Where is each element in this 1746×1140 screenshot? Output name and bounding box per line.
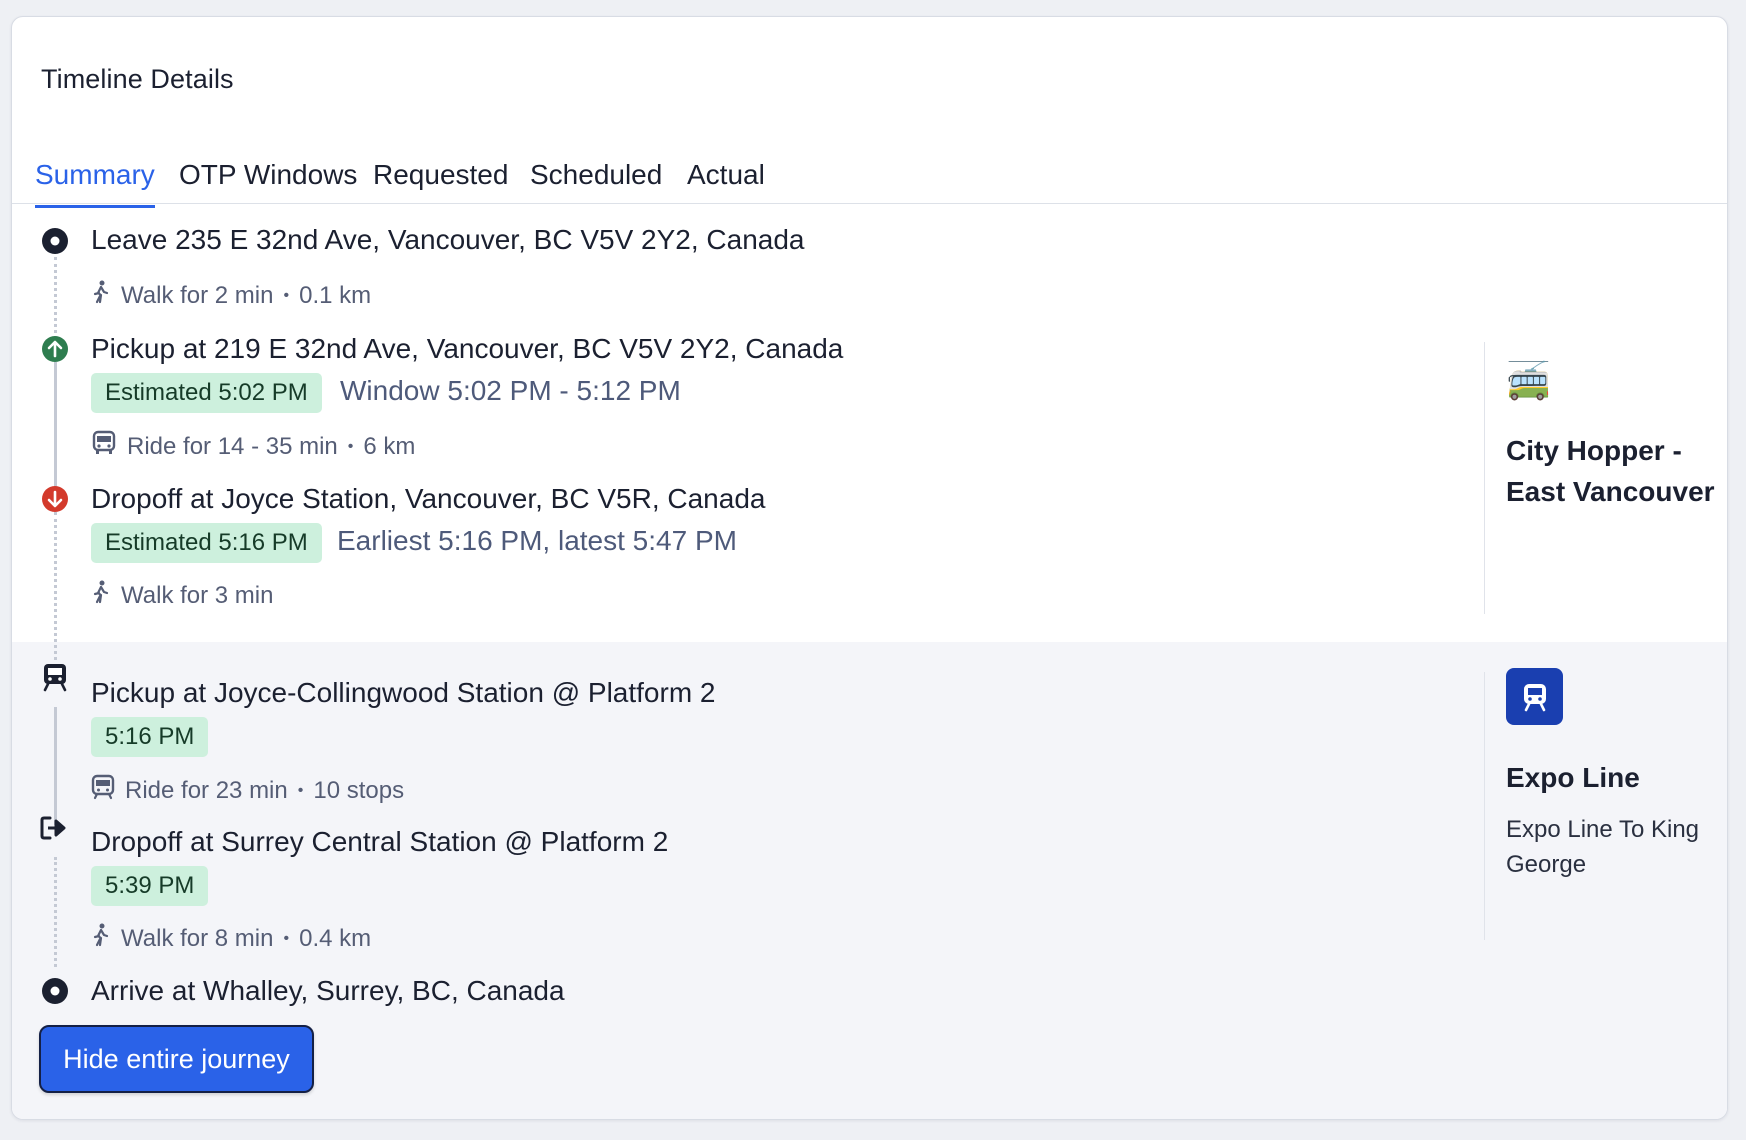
- walk-duration: Walk for 3 min: [121, 581, 274, 609]
- estimated-time-badge: Estimated 5:02 PM: [91, 373, 322, 413]
- dropoff-location: Dropoff at Surrey Central Station @ Plat…: [91, 826, 669, 857]
- train-icon: [1506, 668, 1563, 725]
- walk-icon: [91, 580, 111, 611]
- train-icon: [91, 774, 115, 807]
- separator-dot: •: [297, 781, 304, 799]
- ride-segment: Ride for 14 - 35 min • 6 km: [91, 430, 415, 463]
- bus-icon: [91, 430, 117, 463]
- ride-stops: 10 stops: [313, 776, 405, 804]
- ride-connector: [54, 362, 57, 492]
- origin-dot-icon: [40, 226, 70, 256]
- walk-segment: Walk for 2 min • 0.1 km: [91, 280, 371, 311]
- ride-duration: Ride for 14 - 35 min: [127, 432, 338, 460]
- hide-journey-button[interactable]: Hide entire journey: [39, 1025, 314, 1093]
- separator-dot: •: [283, 929, 290, 947]
- dropoff-location: Dropoff at Joyce Station, Vancouver, BC …: [91, 483, 766, 514]
- trolleybus-icon: 🚎: [1506, 360, 1551, 401]
- separator-dot: •: [347, 437, 354, 455]
- arrow-down-circle-icon: [40, 484, 70, 514]
- arrive-location: Arrive at Whalley, Surrey, BC, Canada: [91, 975, 565, 1006]
- timeline-details-card: Timeline Details Summary OTP Windows Req…: [11, 16, 1728, 1120]
- walk-connector: [54, 857, 57, 967]
- tab-bar: Summary OTP Windows Requested Scheduled …: [12, 141, 1727, 208]
- ride-distance: 6 km: [363, 432, 416, 460]
- tab-otp-windows[interactable]: OTP Windows: [179, 159, 357, 205]
- ride-duration: Ride for 23 min: [125, 776, 288, 804]
- side-divider: [1484, 342, 1485, 614]
- pickup-location: Pickup at 219 E 32nd Ave, Vancouver, BC …: [91, 333, 844, 364]
- exit-arrow-icon: [40, 813, 70, 843]
- pickup-location: Pickup at Joyce-Collingwood Station @ Pl…: [91, 677, 716, 708]
- walk-icon: [91, 280, 111, 311]
- walk-distance: 0.1 km: [299, 281, 372, 309]
- tab-summary[interactable]: Summary: [35, 159, 155, 208]
- ride-connector: [54, 707, 57, 825]
- route-name: Expo Line: [1506, 762, 1640, 793]
- walk-segment: Walk for 3 min: [91, 580, 273, 611]
- side-divider: [1484, 672, 1485, 940]
- departure-time-badge: 5:16 PM: [91, 717, 209, 757]
- tab-actual[interactable]: Actual: [687, 159, 765, 205]
- separator-dot: •: [283, 286, 290, 304]
- destination-dot-icon: [40, 976, 70, 1006]
- walk-connector: [54, 512, 57, 667]
- walk-duration: Walk for 2 min: [121, 281, 274, 309]
- pickup-window: Window 5:02 PM - 5:12 PM: [340, 375, 681, 406]
- tab-scheduled[interactable]: Scheduled: [530, 159, 662, 205]
- tab-requested[interactable]: Requested: [373, 159, 508, 205]
- card-title: Timeline Details: [41, 64, 234, 94]
- leave-location: Leave 235 E 32nd Ave, Vancouver, BC V5V …: [91, 224, 805, 255]
- estimated-time-badge: Estimated 5:16 PM: [91, 523, 322, 563]
- walk-icon: [91, 923, 111, 954]
- train-icon: [40, 662, 70, 692]
- walk-segment: Walk for 8 min • 0.4 km: [91, 923, 371, 954]
- walk-distance: 0.4 km: [299, 924, 372, 952]
- walk-duration: Walk for 8 min: [121, 924, 274, 952]
- shuttle-name: City Hopper - East Vancouver: [1506, 435, 1715, 507]
- route-headsign: Expo Line To King George: [1506, 816, 1700, 878]
- walk-connector: [54, 257, 57, 345]
- dropoff-window: Earliest 5:16 PM, latest 5:47 PM: [337, 525, 737, 556]
- arrow-up-circle-icon: [40, 334, 70, 364]
- ride-segment: Ride for 23 min • 10 stops: [91, 774, 404, 807]
- arrival-time-badge: 5:39 PM: [91, 866, 209, 906]
